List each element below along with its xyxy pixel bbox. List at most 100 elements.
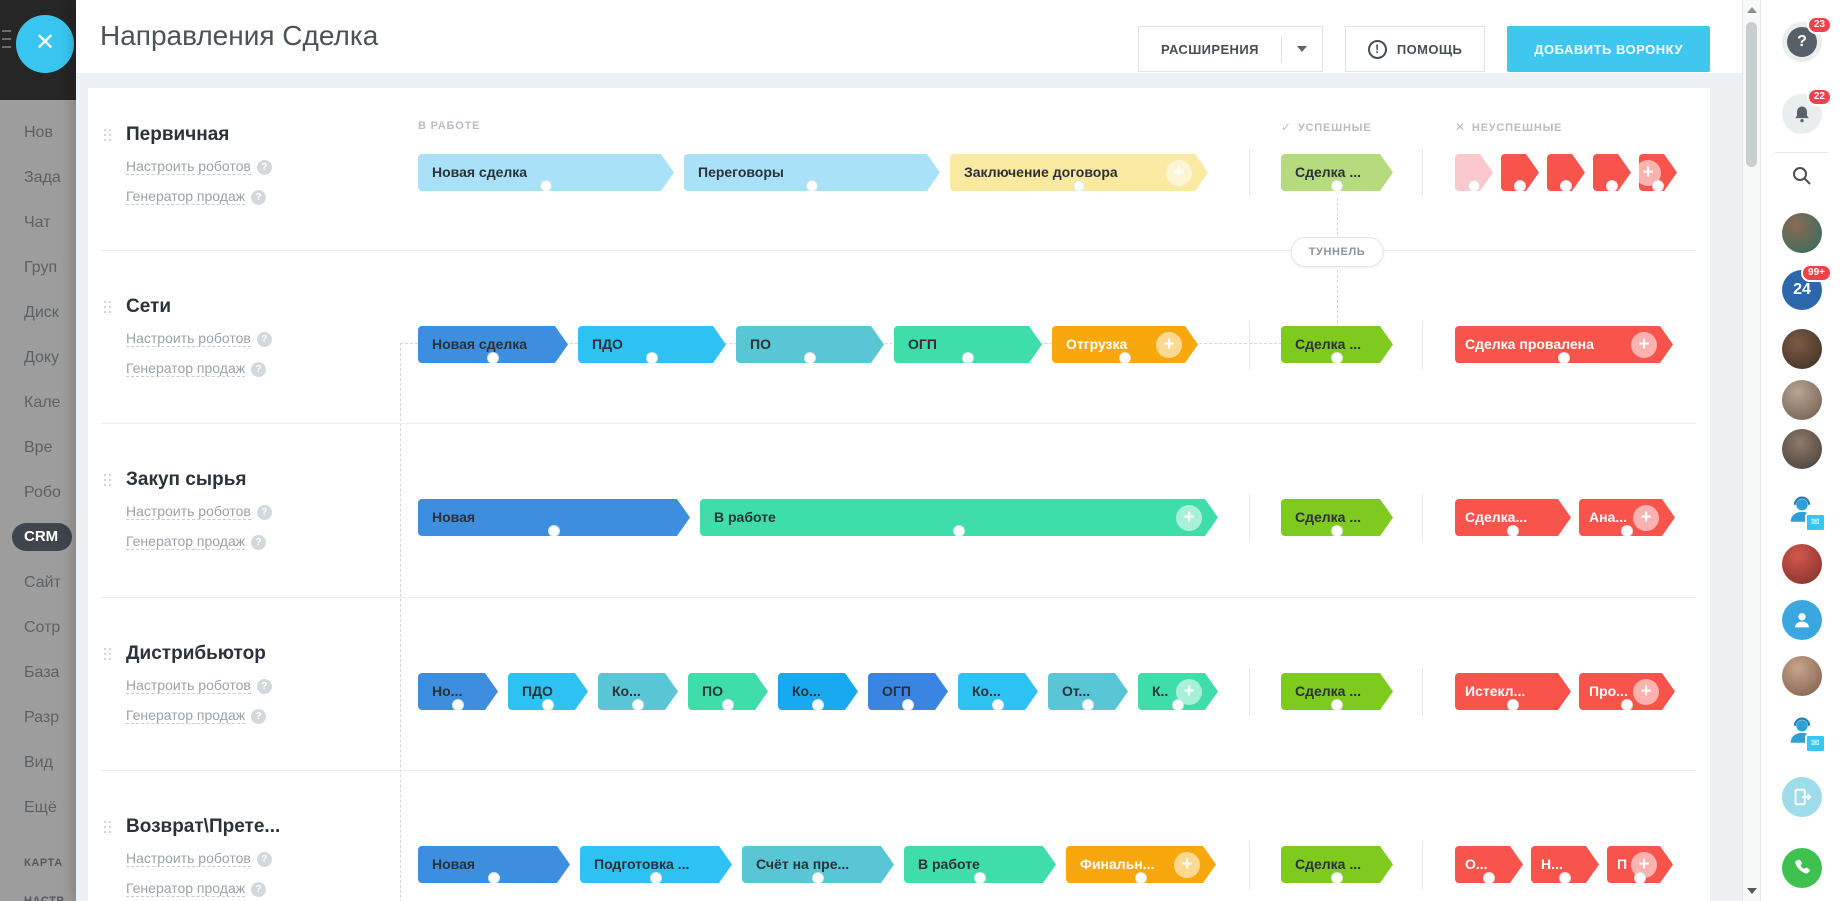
connector-dot[interactable] <box>804 352 816 364</box>
setup-robots-link[interactable]: Настроить роботов? <box>126 158 272 175</box>
extensions-button[interactable]: РАСШИРЕНИЯ <box>1139 27 1281 71</box>
avatar[interactable] <box>1782 213 1822 253</box>
connector-dot[interactable] <box>812 872 824 884</box>
add-status-button[interactable]: + <box>1633 679 1659 705</box>
add-funnel-button[interactable]: ДОБАВИТЬ ВОРОНКУ <box>1507 26 1710 72</box>
pipeline-title[interactable]: Дистрибьютор <box>126 643 394 665</box>
stage-chip[interactable]: Переговоры <box>684 154 940 191</box>
stage-chip[interactable]: В работе <box>904 846 1056 883</box>
fail-chip[interactable]: О... <box>1455 846 1523 883</box>
stage-chip[interactable]: Но... <box>418 673 498 710</box>
success-chip[interactable]: Сделка ... <box>1281 326 1393 363</box>
fail-chip[interactable]: Н... <box>1531 846 1599 883</box>
connector-dot[interactable] <box>1606 180 1618 192</box>
setup-robots-link[interactable]: Настроить роботов? <box>126 330 272 347</box>
connector-dot[interactable] <box>962 352 974 364</box>
fail-chip[interactable] <box>1455 154 1493 191</box>
stage-chip[interactable]: Ко... <box>778 673 858 710</box>
help-center-button[interactable]: ? 23 <box>1782 22 1822 62</box>
connector-dot[interactable] <box>646 352 658 364</box>
add-status-button[interactable]: + <box>1156 332 1182 358</box>
scrollbar[interactable] <box>1742 0 1761 901</box>
inbox-counter-button[interactable]: 24 99+ <box>1782 270 1822 310</box>
connector-dot[interactable] <box>1558 352 1570 364</box>
sales-generator-link[interactable]: Генератор продаж? <box>126 880 266 897</box>
setup-robots-link[interactable]: Настроить роботов? <box>126 850 272 867</box>
fail-chip[interactable] <box>1593 154 1631 191</box>
connector-dot[interactable] <box>1560 180 1572 192</box>
stage-chip[interactable]: В работе+ <box>700 499 1218 536</box>
fail-chip[interactable]: Сделка провалена+ <box>1455 326 1673 363</box>
connector-dot[interactable] <box>1331 525 1343 537</box>
fail-chip[interactable]: П+ <box>1607 846 1673 883</box>
question-hint-icon[interactable]: ? <box>257 852 272 867</box>
connector-dot[interactable] <box>1634 872 1646 884</box>
question-hint-icon[interactable]: ? <box>251 362 266 377</box>
stage-chip[interactable]: ПДО <box>508 673 588 710</box>
tunnel-badge[interactable]: ТУННЕЛЬ <box>1291 237 1384 267</box>
connector-dot[interactable] <box>1172 699 1184 711</box>
success-chip[interactable]: Сделка ... <box>1281 499 1393 536</box>
pipeline-title[interactable]: Сети <box>126 296 394 318</box>
connector-dot[interactable] <box>812 699 824 711</box>
pipeline-title[interactable]: Возврат\Прете... <box>126 816 394 838</box>
connector-dot[interactable] <box>1468 180 1480 192</box>
connector-dot[interactable] <box>540 180 552 192</box>
avatar[interactable] <box>1782 544 1822 584</box>
connector-dot[interactable] <box>650 872 662 884</box>
question-hint-icon[interactable]: ? <box>251 709 266 724</box>
stage-chip[interactable]: Новая сделка <box>418 154 674 191</box>
question-hint-icon[interactable]: ? <box>251 535 266 550</box>
avatar[interactable] <box>1782 329 1822 369</box>
fail-chip[interactable] <box>1501 154 1539 191</box>
connector-dot[interactable] <box>1331 699 1343 711</box>
connector-dot[interactable] <box>1621 699 1633 711</box>
stage-chip[interactable]: ПО <box>736 326 884 363</box>
extensions-dropdown-button[interactable] <box>1282 27 1322 71</box>
fail-chip[interactable] <box>1547 154 1585 191</box>
support-contact-button[interactable]: ✉ <box>1782 489 1822 529</box>
fail-chip[interactable]: Сделка... <box>1455 499 1571 536</box>
connector-dot[interactable] <box>1082 699 1094 711</box>
connector-dot[interactable] <box>1331 872 1343 884</box>
connector-dot[interactable] <box>487 352 499 364</box>
connector-dot[interactable] <box>1483 872 1495 884</box>
connector-dot[interactable] <box>1331 352 1343 364</box>
add-status-button[interactable]: + <box>1166 160 1192 186</box>
avatar[interactable] <box>1782 380 1822 420</box>
connector-dot[interactable] <box>1652 180 1664 192</box>
drag-handle-icon[interactable] <box>104 821 111 833</box>
stage-chip[interactable]: Отгрузка+ <box>1052 326 1198 363</box>
add-status-button[interactable]: + <box>1633 505 1659 531</box>
pipeline-title[interactable]: Первичная <box>126 124 394 146</box>
stage-chip[interactable]: Новая <box>418 846 570 883</box>
success-chip[interactable]: Сделка ... <box>1281 673 1393 710</box>
sales-generator-link[interactable]: Генератор продаж? <box>126 360 266 377</box>
connector-dot[interactable] <box>632 699 644 711</box>
drag-handle-icon[interactable] <box>104 474 111 486</box>
sales-generator-link[interactable]: Генератор продаж? <box>126 707 266 724</box>
connector-dot[interactable] <box>992 699 1004 711</box>
connector-dot[interactable] <box>1073 180 1085 192</box>
add-status-button[interactable]: + <box>1176 505 1202 531</box>
sidebar-item-active[interactable]: CRM <box>12 523 72 551</box>
stage-chip[interactable]: Финальн...+ <box>1066 846 1216 883</box>
avatar[interactable] <box>1782 429 1822 469</box>
connector-dot[interactable] <box>1621 525 1633 537</box>
connector-dot[interactable] <box>1559 872 1571 884</box>
notifications-button[interactable]: 22 <box>1782 94 1822 134</box>
drag-handle-icon[interactable] <box>104 648 111 660</box>
sales-generator-link[interactable]: Генератор продаж? <box>126 533 266 550</box>
connector-dot[interactable] <box>548 525 560 537</box>
stage-chip[interactable]: Счёт на пре... <box>742 846 894 883</box>
sales-generator-link[interactable]: Генератор продаж? <box>126 188 266 205</box>
connector-dot[interactable] <box>722 699 734 711</box>
connector-dot[interactable] <box>953 525 965 537</box>
setup-robots-link[interactable]: Настроить роботов? <box>126 503 272 520</box>
avatar[interactable] <box>1782 656 1822 696</box>
scroll-down-icon[interactable] <box>1747 888 1757 894</box>
question-hint-icon[interactable]: ? <box>257 505 272 520</box>
connector-dot[interactable] <box>1507 699 1519 711</box>
connector-dot[interactable] <box>1514 180 1526 192</box>
fail-chip[interactable]: Истекл... <box>1455 673 1571 710</box>
